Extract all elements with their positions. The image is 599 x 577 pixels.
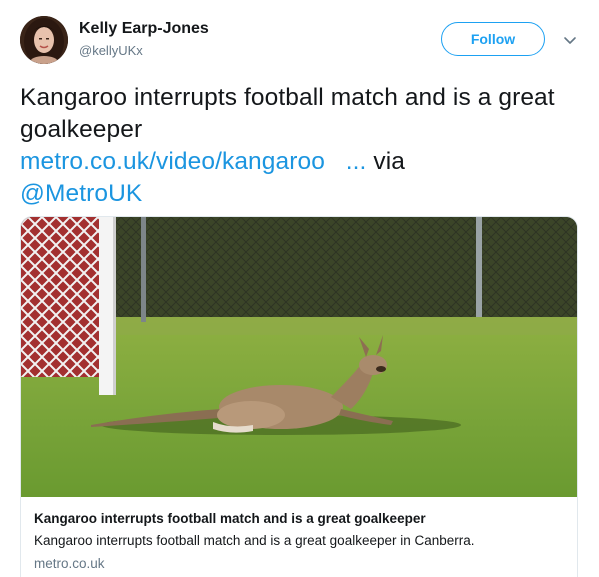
follow-button[interactable]: Follow xyxy=(441,22,545,56)
tweet-text: Kangaroo interrupts football match and i… xyxy=(20,82,580,210)
tweet-link[interactable]: metro.co.uk/video/kangaroo xyxy=(20,148,325,175)
avatar[interactable] xyxy=(20,16,68,64)
tweet-text-body: Kangaroo interrupts football match and i… xyxy=(20,84,555,143)
card-image[interactable] xyxy=(21,217,577,497)
chevron-down-icon[interactable] xyxy=(562,32,578,48)
mention-link[interactable]: @MetroUK xyxy=(20,180,142,207)
tweet: Kelly Earp-Jones @kellyUKx Follow Kangar… xyxy=(0,0,599,577)
link-card[interactable]: Kangaroo interrupts football match and i… xyxy=(20,216,578,577)
card-title: Kangaroo interrupts football match and i… xyxy=(34,511,426,526)
tweet-link-ellipsis[interactable]: ... xyxy=(346,148,367,175)
display-name[interactable]: Kelly Earp-Jones xyxy=(79,20,209,38)
user-handle[interactable]: @kellyUKx xyxy=(79,43,143,58)
card-domain: metro.co.uk xyxy=(34,556,105,571)
via-text: via xyxy=(373,148,405,175)
card-description: Kangaroo interrupts football match and i… xyxy=(34,533,475,548)
